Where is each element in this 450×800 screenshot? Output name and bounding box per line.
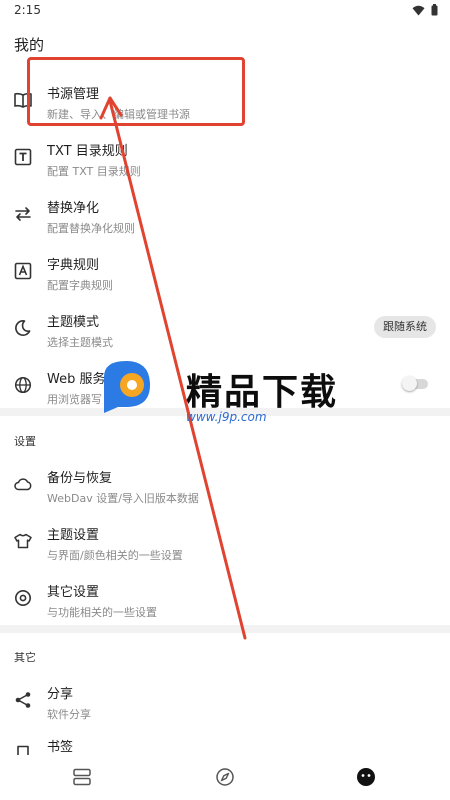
bookshelf-icon[interactable] [70,765,94,789]
highlight-box [27,57,245,126]
menu-item-other-settings[interactable]: 其它设置 与功能相关的一些设置 [0,570,450,627]
menu-item-dictionary-rules[interactable]: 字典规则 配置字典规则 [0,243,450,300]
section-divider [0,625,450,633]
dictionary-icon [12,260,34,282]
menu-item-title: 替换净化 [47,201,100,216]
menu-item-subtitle: 与界面/颜色相关的一些设置 [47,549,183,562]
menu-item-backup-restore[interactable]: 备份与恢复 WebDav 设置/导入旧版本数据 [0,456,450,513]
theme-icon [12,317,34,339]
menu-item-title: 其它设置 [47,585,100,600]
watermark-text: 精品下载 [186,372,339,413]
txt-box-icon [12,146,34,168]
compass-icon[interactable] [213,765,237,789]
section-header-settings: 设置 [14,435,36,448]
share-icon [12,689,34,711]
status-icons [412,4,438,16]
menu-item-subtitle: 配置字典规则 [47,279,113,292]
menu-item-replace-purify[interactable]: 替换净化 配置替换净化规则 [0,186,450,243]
menu-item-subtitle: 与功能相关的一些设置 [47,606,157,619]
watermark: 精品下载 www.j9p.com [98,357,358,437]
menu-item-subtitle: 软件分享 [47,708,91,721]
wifi-icon [412,5,425,15]
theme-mode-chip[interactable]: 跟随系统 [374,316,436,338]
status-time: 2:15 [14,3,41,17]
menu-item-share[interactable]: 分享 软件分享 [0,672,450,729]
watermark-logo [104,361,150,413]
menu-item-title: TXT 目录规则 [47,144,128,159]
menu-item-title: Web 服务 [47,372,106,387]
menu-item-title: 分享 [47,687,74,702]
switch-knob [402,376,417,391]
menu-item-subtitle: 用浏览器写 [47,393,102,406]
menu-item-subtitle: 配置替换净化规则 [47,222,135,235]
menu-item-title: 书签 [47,740,74,755]
section-header-other: 其它 [14,651,36,664]
menu-item-title: 字典规则 [47,258,100,273]
menu-item-subtitle: 选择主题模式 [47,336,113,349]
status-bar: 2:15 [0,0,450,24]
menu-item-theme-settings[interactable]: 主题设置 与界面/颜色相关的一些设置 [0,513,450,570]
settings-circle-icon [12,587,34,609]
menu-item-title: 主题模式 [47,315,100,330]
menu-item-txt-toc-rules[interactable]: TXT 目录规则 配置 TXT 目录规则 [0,129,450,186]
menu-item-subtitle: WebDav 设置/导入旧版本数据 [47,492,199,505]
menu-item-title: 主题设置 [47,528,100,543]
shirt-icon [12,530,34,552]
menu-item-title: 备份与恢复 [47,471,113,486]
cloud-icon [12,473,34,495]
bottom-navigation [0,755,450,800]
watermark-url: www.j9p.com [186,410,267,424]
menu-item-theme-mode[interactable]: 主题模式 选择主题模式 跟随系统 [0,300,450,357]
web-service-switch[interactable] [402,376,430,391]
swap-icon [12,203,34,225]
globe-icon [12,374,34,396]
menu-item-subtitle: 配置 TXT 目录规则 [47,165,141,178]
battery-icon [431,4,438,16]
page-title: 我的 [14,36,45,54]
profile-face-icon[interactable] [354,765,378,789]
bookmark-icon [12,743,34,755]
menu-item-bookmark[interactable]: 书签 [0,729,450,755]
